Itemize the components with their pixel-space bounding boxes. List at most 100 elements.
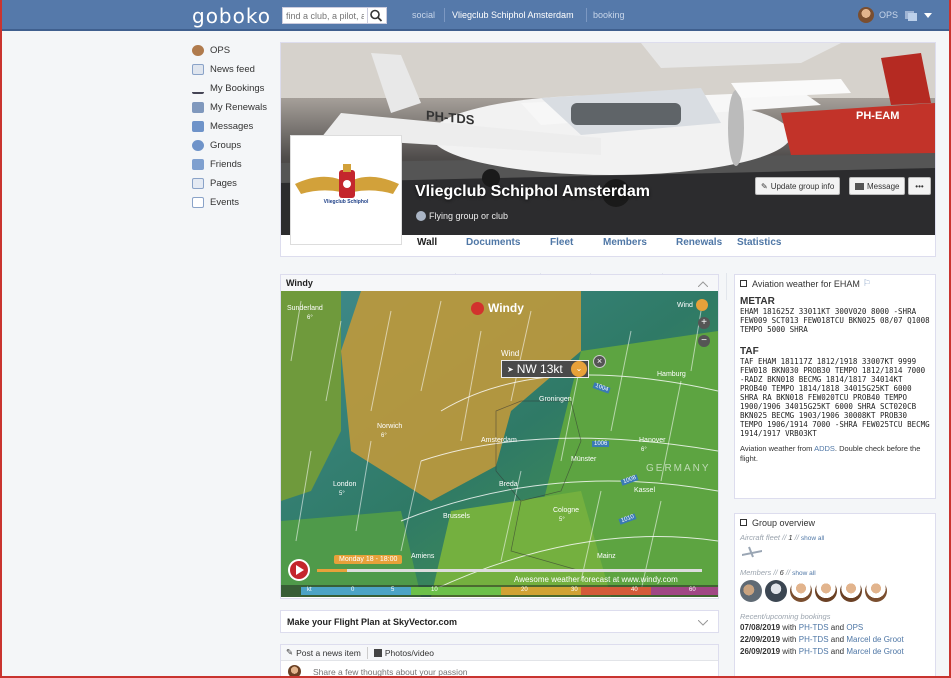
nav-divider <box>444 8 445 22</box>
nav-booking[interactable]: booking <box>593 10 625 20</box>
group-name: Vliegclub Schiphol Amsterdam <box>415 183 651 200</box>
member-avatar[interactable] <box>815 580 837 602</box>
temperature-label: 5° <box>339 491 345 497</box>
sidebar-item-label: Messages <box>210 121 254 132</box>
sidebar-item-my-renewals[interactable]: My Renewals <box>192 98 272 117</box>
member-avatar[interactable] <box>840 580 862 602</box>
composer-tab-divider <box>366 646 368 659</box>
booking-date: 07/08/2019 <box>740 623 781 632</box>
metar-heading: METAR <box>740 296 775 307</box>
booking-person[interactable]: OPS <box>846 623 863 632</box>
temperature-label: 6° <box>307 315 313 321</box>
close-icon[interactable]: × <box>593 355 606 368</box>
tab-wall[interactable]: Wall <box>417 237 437 248</box>
message-label: Message <box>867 181 900 191</box>
sidebar-item-groups[interactable]: Groups <box>192 136 272 155</box>
sidebar-item-label: My Bookings <box>210 83 265 94</box>
member-avatar[interactable] <box>765 580 787 602</box>
sidebar-item-events[interactable]: Events <box>192 193 272 212</box>
search-button[interactable] <box>368 7 387 24</box>
tab-renewals[interactable]: Renewals <box>676 237 722 248</box>
update-group-info-button[interactable]: ✎ Update group info <box>755 177 841 195</box>
checkbox-icon[interactable] <box>740 280 747 287</box>
aircraft-thumbnail-icon[interactable] <box>740 545 764 559</box>
scale-label: 5 <box>391 587 395 593</box>
goboko-logo[interactable]: goboko <box>192 4 271 28</box>
expand-icon[interactable] <box>698 620 708 626</box>
user-name[interactable]: OPS <box>879 10 898 20</box>
nav-divider <box>586 8 587 22</box>
sidebar-item-messages[interactable]: Messages <box>192 117 272 136</box>
sidebar-item-news-feed[interactable]: News feed <box>192 60 272 79</box>
booking-row[interactable]: 07/08/2019 with PH-TDS and OPS <box>740 622 930 634</box>
checkbox-icon[interactable] <box>740 519 747 526</box>
skyvector-panel[interactable]: Make your Flight Plan at SkyVector.com <box>280 610 719 633</box>
windy-logo-icon <box>471 301 484 315</box>
members-count: 6 <box>779 568 784 577</box>
member-avatar[interactable] <box>740 580 762 602</box>
windy-map[interactable]: Windy Sunderland Norwich London Amsterda… <box>281 291 718 597</box>
zoom-in-button[interactable]: + <box>698 317 710 329</box>
booking-and: and <box>830 635 845 644</box>
notifications-icon[interactable] <box>905 10 917 21</box>
metar-text: EHAM 181625Z 33011KT 300V020 8000 -SHRA … <box>740 307 930 334</box>
booking-person[interactable]: Marcel de Groot <box>846 635 903 644</box>
tab-post-news[interactable]: Post a news item <box>296 648 361 658</box>
weather-map-graphic <box>281 291 718 597</box>
booking-date: 22/09/2019 <box>740 635 781 644</box>
wind-popup-dropdown[interactable]: ⌄ <box>571 361 587 377</box>
sidebar-item-friends[interactable]: Friends <box>192 155 272 174</box>
scale-label: 20 <box>521 587 528 593</box>
wind-layer-button[interactable]: Wind <box>677 299 708 311</box>
post-input[interactable] <box>313 667 693 677</box>
booking-date: 26/09/2019 <box>740 647 781 656</box>
nav-social[interactable]: social <box>412 10 435 20</box>
tab-photos-video[interactable]: Photos/video <box>385 648 434 658</box>
sidebar-item-my-bookings[interactable]: My Bookings <box>192 79 272 98</box>
booking-row[interactable]: 22/09/2019 with PH-TDS and Marcel de Gro… <box>740 634 930 646</box>
booking-aircraft[interactable]: PH-TDS <box>799 623 829 632</box>
nav-group[interactable]: Vliegclub Schiphol Amsterdam <box>452 10 574 20</box>
search-input[interactable] <box>282 7 368 24</box>
booking-aircraft[interactable]: PH-TDS <box>799 635 829 644</box>
member-avatars <box>740 580 930 604</box>
timeline-time[interactable]: Monday 18 - 18:00 <box>334 555 403 564</box>
scale-label: 30 <box>571 587 578 593</box>
tab-statistics[interactable]: Statistics <box>737 237 781 248</box>
post-composer: ✎ Post a news item Photos/video <box>280 644 719 678</box>
show-all-fleet-link[interactable]: show all <box>801 535 824 542</box>
tab-members[interactable]: Members <box>603 237 647 248</box>
booking-with: with <box>782 623 797 632</box>
booking-person[interactable]: Marcel de Groot <box>846 647 903 656</box>
member-avatar[interactable] <box>865 580 887 602</box>
more-options-button[interactable]: ••• <box>908 177 931 195</box>
member-avatar[interactable] <box>790 580 812 602</box>
overview-header: Group overview <box>740 514 930 531</box>
show-all-members-link[interactable]: show all <box>792 570 815 577</box>
timeline-track[interactable] <box>317 569 702 572</box>
sidebar-item-label: Friends <box>210 159 242 170</box>
wind-reading: NW 13kt <box>516 362 563 376</box>
tab-documents[interactable]: Documents <box>466 237 520 248</box>
booking-aircraft[interactable]: PH-TDS <box>799 647 829 656</box>
collapse-icon[interactable] <box>698 281 708 287</box>
play-button[interactable] <box>288 559 310 581</box>
zoom-out-button[interactable]: − <box>698 335 710 347</box>
message-button[interactable]: Message <box>849 177 906 195</box>
user-avatar[interactable] <box>858 7 874 23</box>
sidebar-item-ops[interactable]: OPS <box>192 41 272 60</box>
isobar-label: 1006 <box>592 441 610 447</box>
aviation-weather-panel: Aviation weather for EHAM ⚐ METAR EHAM 1… <box>734 274 936 499</box>
sidebar-item-pages[interactable]: Pages <box>192 174 272 193</box>
tab-fleet[interactable]: Fleet <box>550 237 573 248</box>
map-label: Norwich <box>377 423 403 430</box>
adds-link[interactable]: ADDS <box>814 444 835 453</box>
chevron-down-icon[interactable] <box>924 13 932 18</box>
windy-footer[interactable]: Awesome weather forecast at www.windy.co… <box>514 575 678 584</box>
booking-row[interactable]: 26/09/2019 with PH-TDS and Marcel de Gro… <box>740 646 930 658</box>
windy-brand[interactable]: Windy <box>471 301 524 315</box>
chat-icon <box>192 121 204 132</box>
wings-logo-icon <box>295 164 399 198</box>
sidebar-item-label: Groups <box>210 140 242 151</box>
bookings-label: Recent/upcoming bookings <box>740 612 831 621</box>
